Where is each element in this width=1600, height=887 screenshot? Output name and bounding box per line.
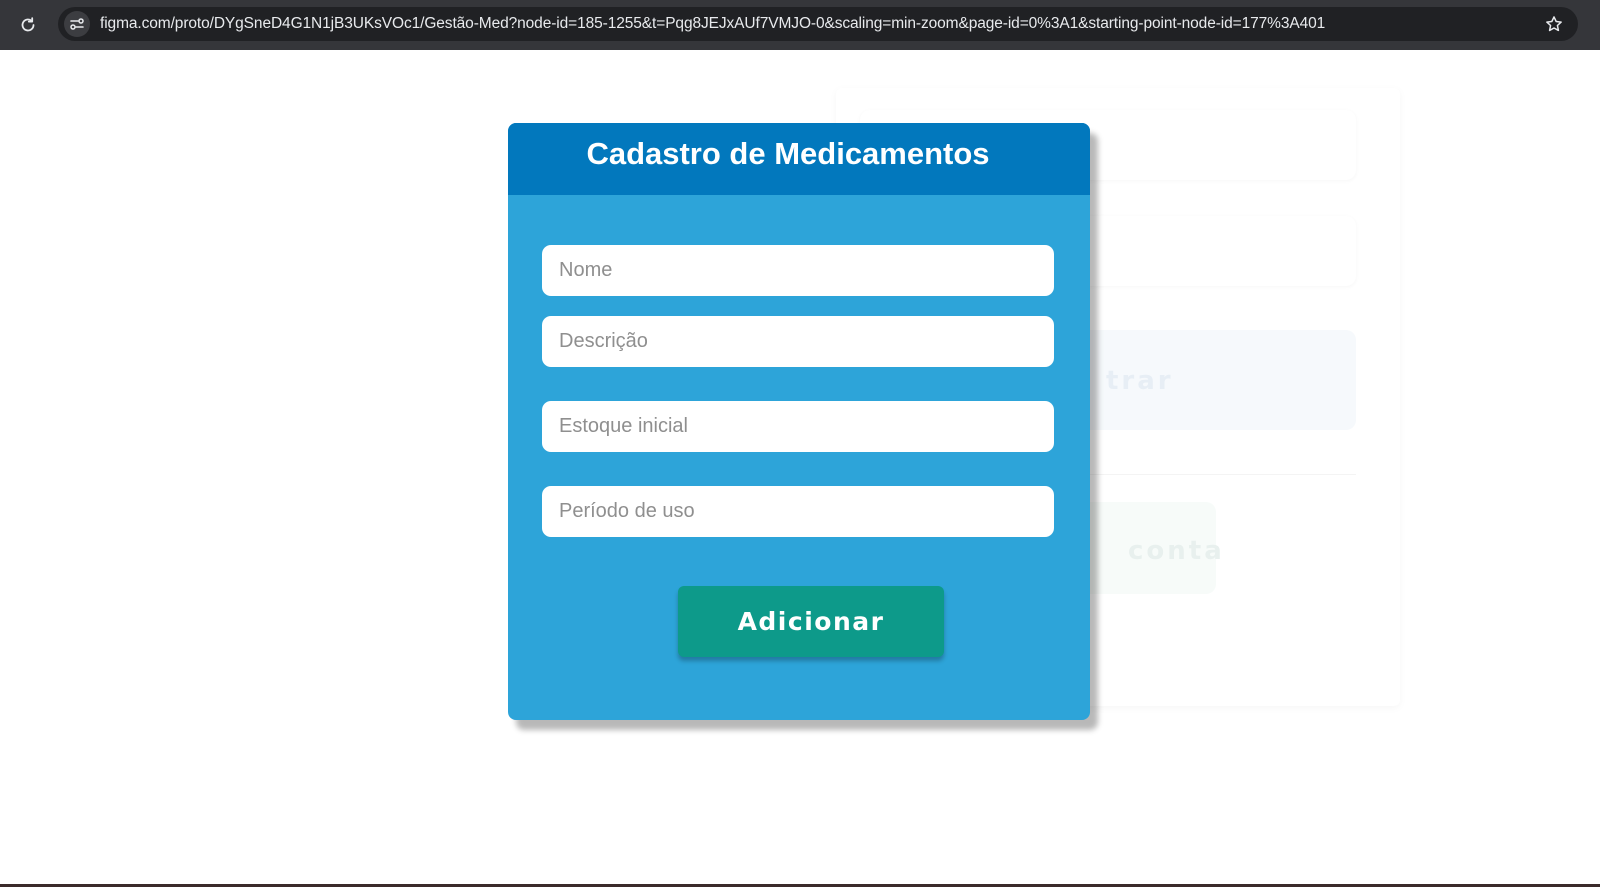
modal-header: Cadastro de Medicamentos — [508, 123, 1090, 195]
bookmark-star-icon[interactable] — [1542, 12, 1566, 36]
initial-stock-input[interactable] — [542, 401, 1054, 452]
background-login-label: trar — [1106, 366, 1174, 396]
description-input[interactable] — [542, 316, 1054, 367]
background-create-account-label: conta — [1128, 536, 1225, 566]
name-input[interactable] — [542, 245, 1054, 296]
url-text[interactable]: figma.com/proto/DYgSneD4G1N1jB3UKsVOc1/G… — [100, 15, 1325, 33]
usage-period-input[interactable] — [542, 486, 1054, 537]
add-button[interactable]: Adicionar — [678, 586, 944, 657]
site-info-icon[interactable] — [64, 11, 90, 37]
medication-register-modal: Cadastro de Medicamentos Adicionar — [508, 123, 1090, 720]
address-bar[interactable]: figma.com/proto/DYgSneD4G1N1jB3UKsVOc1/G… — [58, 7, 1578, 41]
modal-title: Cadastro de Medicamentos — [586, 136, 990, 171]
reload-icon[interactable] — [14, 11, 42, 39]
browser-toolbar: figma.com/proto/DYgSneD4G1N1jB3UKsVOc1/G… — [0, 0, 1600, 50]
